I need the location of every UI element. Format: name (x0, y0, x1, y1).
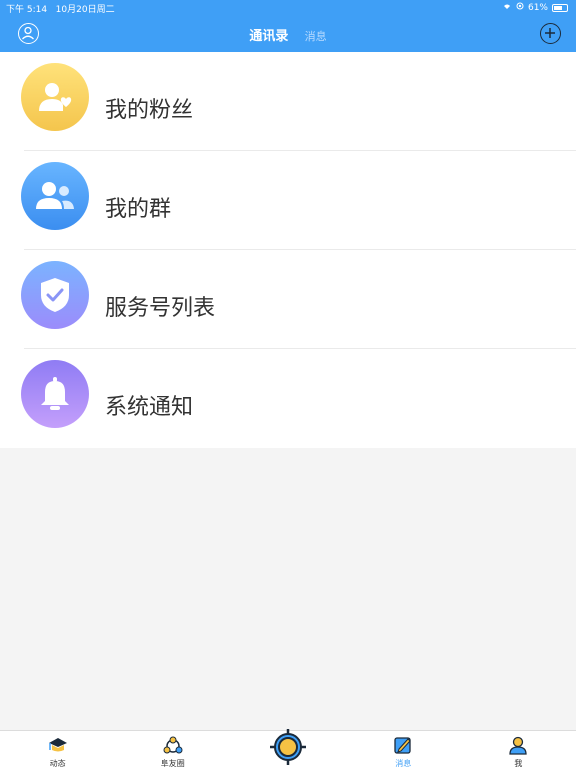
add-button[interactable] (540, 23, 561, 44)
shield-check-icon (21, 261, 89, 329)
edit-note-icon (394, 737, 411, 754)
status-date: 10月20日周二 (55, 5, 115, 15)
nav-bar: 通讯录 消息 (0, 16, 576, 52)
person-icon (509, 736, 528, 755)
list-item-label: 我的群 (105, 197, 172, 222)
battery-icon (552, 3, 568, 12)
friends-circle-icon (163, 736, 183, 754)
plus-icon (545, 28, 555, 38)
list-item-label: 服务号列表 (105, 296, 216, 321)
target-icon (270, 729, 306, 765)
top-bar: 下午 5:14 10月20日周二 61% 通讯录 消息 (0, 0, 576, 52)
tabbar-item-feed[interactable]: 动态 (0, 731, 115, 768)
list-item-service-accounts[interactable]: 服务号列表 (0, 250, 576, 349)
tabbar-item-center[interactable] (230, 729, 345, 768)
bell-icon (21, 360, 89, 428)
fans-icon (21, 63, 89, 131)
list-item-system-notices[interactable]: 系统通知 (0, 349, 576, 448)
status-time: 下午 5:14 (6, 5, 48, 15)
tabbar-item-me[interactable]: 我 (461, 731, 576, 768)
tab-messages[interactable]: 消息 (305, 28, 327, 44)
list-item-fans[interactable]: 我的粉丝 (0, 52, 576, 151)
list-item-label: 我的粉丝 (105, 98, 194, 123)
tabbar-label: 动态 (49, 759, 66, 768)
location-icon (516, 2, 524, 13)
wifi-icon (502, 2, 512, 13)
header-tabs: 通讯录 消息 (0, 25, 576, 44)
tabbar-item-friends-circle[interactable]: 阜友圈 (115, 731, 230, 768)
battery-percent: 61% (527, 2, 548, 13)
tab-contacts[interactable]: 通讯录 (249, 25, 288, 44)
bottom-tab-bar: 动态 阜友圈 消息 我 (0, 729, 576, 768)
status-time-date: 下午 5:14 10月20日周二 (6, 2, 115, 15)
list-item-label: 系统通知 (105, 395, 194, 420)
contact-list: 我的粉丝 我的群 服务号列表 系统通知 (0, 52, 576, 448)
group-icon (21, 162, 89, 230)
status-right: 61% (502, 2, 568, 13)
status-bar: 下午 5:14 10月20日周二 61% (0, 0, 576, 15)
tabbar-item-messages[interactable]: 消息 (346, 731, 461, 768)
graduation-cap-icon (48, 738, 67, 752)
tabbar-label: 我 (514, 759, 523, 768)
tabbar-label: 阜友圈 (160, 759, 185, 768)
tabbar-label: 消息 (395, 759, 412, 768)
list-item-groups[interactable]: 我的群 (0, 151, 576, 250)
